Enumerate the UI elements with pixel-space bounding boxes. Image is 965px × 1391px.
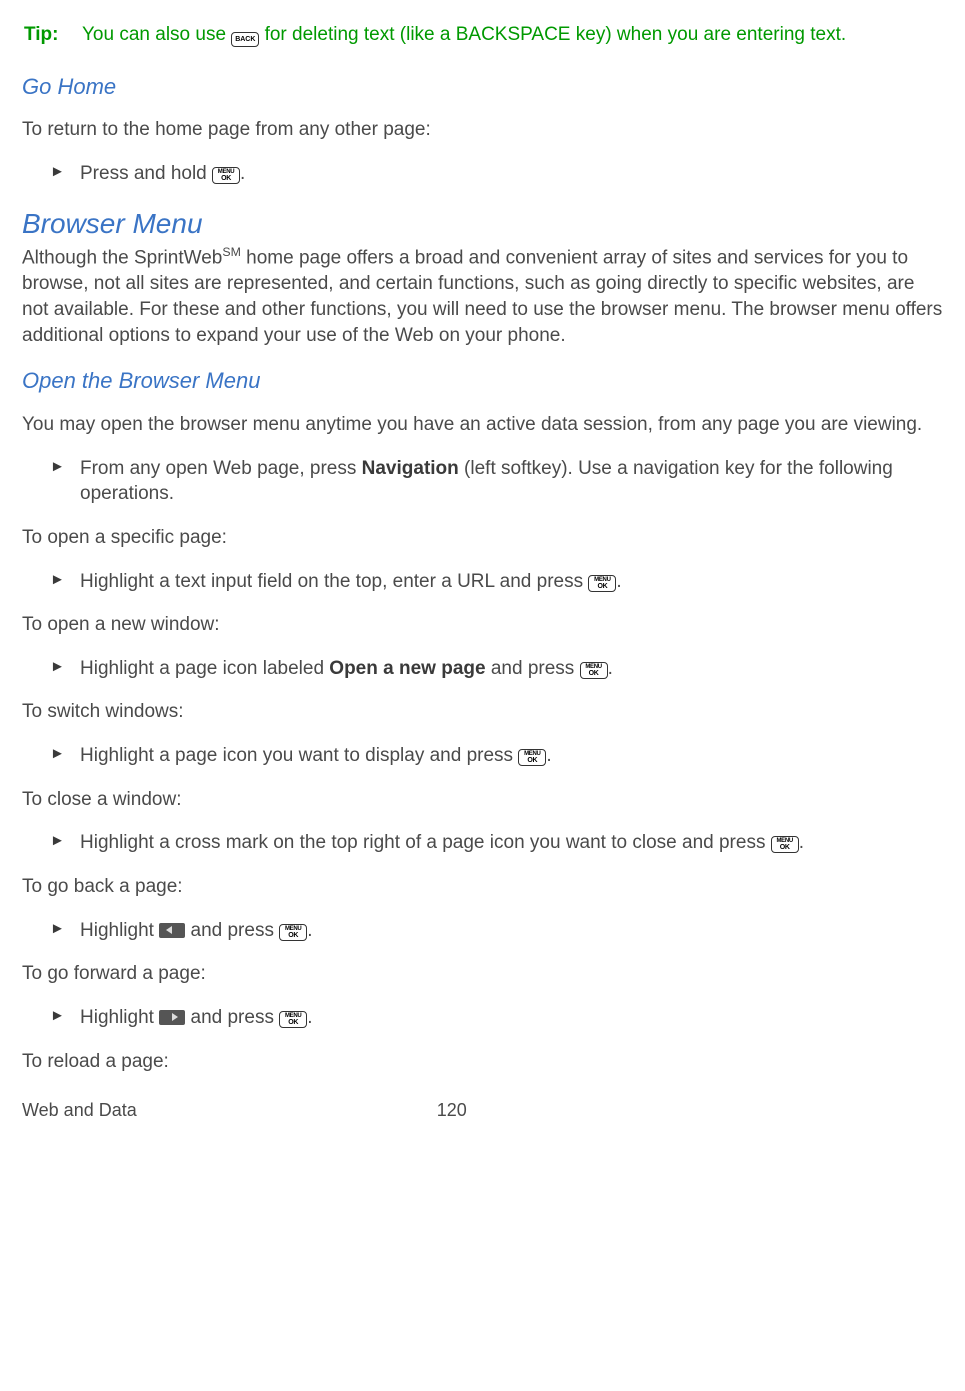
forward-step: Highlight and press MENUOK. <box>50 1005 943 1031</box>
footer-page-number: 120 <box>437 1098 467 1122</box>
menu-ok-key-icon: MENUOK <box>580 662 608 679</box>
tip-label: Tip: <box>24 22 82 48</box>
menu-ok-key-icon: MENUOK <box>588 575 616 592</box>
menu-ok-key-icon: MENUOK <box>771 836 799 853</box>
switch-step: Highlight a page icon you want to displa… <box>50 743 943 769</box>
go-home-step: Press and hold MENUOK. <box>50 161 943 187</box>
heading-browser-menu: Browser Menu <box>22 205 943 243</box>
open-menu-step: From any open Web page, press Navigation… <box>50 456 943 507</box>
page-footer: Web and Data 120 <box>22 1098 943 1122</box>
back-intro: To go back a page: <box>22 874 943 900</box>
menu-ok-key-icon: MENUOK <box>212 167 240 184</box>
tip-text: You can also use BACK for deleting text … <box>82 22 943 48</box>
new-window-step: Highlight a page icon labeled Open a new… <box>50 656 943 682</box>
heading-go-home: Go Home <box>22 72 943 102</box>
menu-ok-key-icon: MENUOK <box>518 749 546 766</box>
menu-ok-key-icon: MENUOK <box>279 924 307 941</box>
arrow-left-icon <box>159 923 185 938</box>
forward-intro: To go forward a page: <box>22 961 943 987</box>
menu-ok-key-icon: MENUOK <box>279 1011 307 1028</box>
tip-note: Tip: You can also use BACK for deleting … <box>22 22 943 48</box>
reload-intro: To reload a page: <box>22 1049 943 1075</box>
back-key-icon: BACK <box>231 32 259 47</box>
open-menu-intro: You may open the browser menu anytime yo… <box>22 412 943 438</box>
browser-menu-para: Although the SprintWebSM home page offer… <box>22 244 943 348</box>
go-home-intro: To return to the home page from any othe… <box>22 117 943 143</box>
back-step: Highlight and press MENUOK. <box>50 918 943 944</box>
close-step: Highlight a cross mark on the top right … <box>50 830 943 856</box>
close-intro: To close a window: <box>22 787 943 813</box>
footer-section: Web and Data <box>22 1098 137 1122</box>
heading-open-browser-menu: Open the Browser Menu <box>22 366 943 396</box>
specific-step: Highlight a text input field on the top,… <box>50 569 943 595</box>
switch-intro: To switch windows: <box>22 699 943 725</box>
new-window-intro: To open a new window: <box>22 612 943 638</box>
arrow-right-icon <box>159 1010 185 1025</box>
specific-intro: To open a specific page: <box>22 525 943 551</box>
